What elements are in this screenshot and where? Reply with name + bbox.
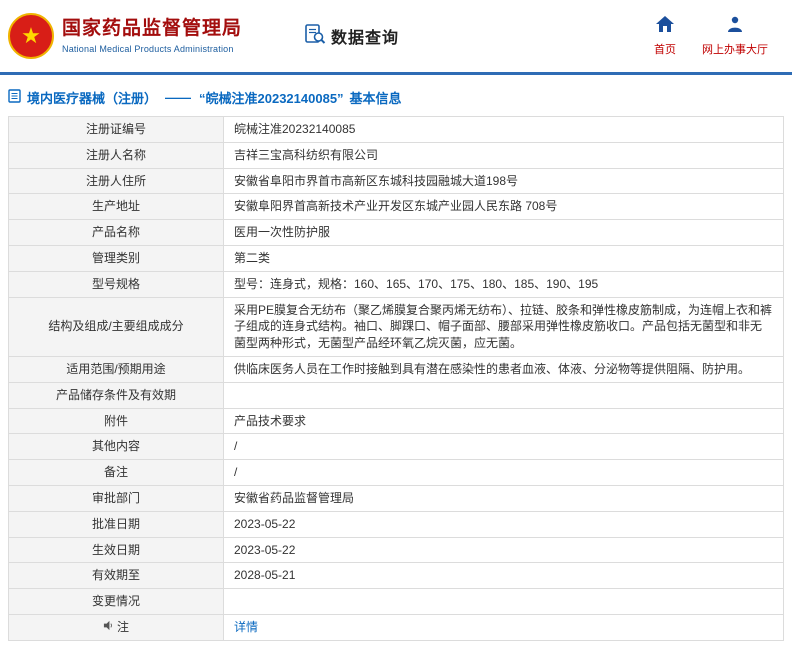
document-search-icon bbox=[304, 23, 326, 50]
nav-item-service-hall[interactable]: 网上办事大厅 bbox=[702, 16, 768, 57]
table-row: 变更情况 bbox=[8, 588, 784, 615]
breadcrumb-registration-number: “皖械注准20232140085” bbox=[199, 91, 344, 106]
row-value: / bbox=[223, 433, 784, 461]
row-label: 有效期至 bbox=[8, 562, 224, 590]
table-row: 注册证编号 皖械注准20232140085 bbox=[8, 116, 784, 143]
row-value: 2028-05-21 bbox=[223, 562, 784, 590]
nav-item-home-label: 首页 bbox=[654, 43, 676, 56]
site-title: 国家药品监督管理局 bbox=[62, 18, 243, 40]
table-row: 产品储存条件及有效期 bbox=[8, 381, 784, 409]
row-value: 皖械注准20232140085 bbox=[223, 116, 784, 143]
breadcrumb-suffix: 基本信息 bbox=[349, 91, 402, 106]
nav-item-service-hall-label: 网上办事大厅 bbox=[702, 43, 768, 56]
row-value: 型号：连身式，规格：160、165、170、175、180、185、190、19… bbox=[223, 270, 784, 298]
table-row: 备注 / bbox=[8, 459, 784, 486]
speaker-icon bbox=[103, 619, 114, 636]
row-value: 2023-05-22 bbox=[223, 510, 784, 538]
row-value: 供临床医务人员在工作时接触到具有潜在感染性的患者血液、体液、分泌物等提供阻隔、防… bbox=[223, 355, 784, 383]
row-label: 注册证编号 bbox=[8, 116, 224, 143]
person-icon bbox=[727, 16, 743, 37]
emblem-star: ★ bbox=[21, 23, 41, 48]
row-value: 第二类 bbox=[223, 244, 784, 272]
registration-info-table: 注册证编号 皖械注准20232140085 注册人名称 吉祥三宝高科纺织有限公司… bbox=[8, 116, 784, 641]
row-label: 附件 bbox=[8, 407, 224, 435]
row-label: 管理类别 bbox=[8, 244, 224, 272]
row-label: 变更情况 bbox=[8, 588, 224, 615]
table-row: 产品名称 医用一次性防护服 bbox=[8, 219, 784, 246]
row-label: 产品名称 bbox=[8, 219, 224, 246]
table-row: 其他内容 / bbox=[8, 433, 784, 461]
row-label: 结构及组成/主要组成成分 bbox=[8, 296, 224, 357]
table-row: 审批部门 安徽省药品监督管理局 bbox=[8, 484, 784, 512]
row-label: 审批部门 bbox=[8, 484, 224, 512]
table-row: 批准日期 2023-05-22 bbox=[8, 510, 784, 538]
row-value: 安徽省药品监督管理局 bbox=[223, 484, 784, 512]
row-label: 产品储存条件及有效期 bbox=[8, 381, 224, 409]
row-value: 采用PE膜复合无纺布（聚乙烯膜复合聚丙烯无纺布）、拉链、胶条和弹性橡皮筋制成，为… bbox=[223, 296, 784, 357]
row-value: 详情 bbox=[223, 613, 784, 641]
row-value: / bbox=[223, 459, 784, 486]
table-row: 注册人名称 吉祥三宝高科纺织有限公司 bbox=[8, 141, 784, 169]
detail-link[interactable]: 详情 bbox=[234, 620, 258, 634]
table-row: 生产地址 安徽阜阳界首高新技术产业开发区东城产业园人民东路 708号 bbox=[8, 193, 784, 221]
row-value bbox=[223, 381, 784, 409]
row-label: 批准日期 bbox=[8, 510, 224, 538]
breadcrumb-separator: —— bbox=[165, 90, 192, 105]
table-row: 有效期至 2028-05-21 bbox=[8, 562, 784, 590]
site-subtitle: National Medical Products Administration bbox=[62, 43, 234, 54]
row-label: 适用范围/预期用途 bbox=[8, 355, 224, 383]
data-query-label: 数据查询 bbox=[331, 30, 400, 47]
row-label: 型号规格 bbox=[8, 270, 224, 298]
table-row: 附件 产品技术要求 bbox=[8, 407, 784, 435]
row-value bbox=[223, 588, 784, 615]
row-value: 2023-05-22 bbox=[223, 536, 784, 564]
row-label: 注册人名称 bbox=[8, 141, 224, 169]
row-label: 注册人住所 bbox=[8, 167, 224, 195]
row-value: 吉祥三宝高科纺织有限公司 bbox=[223, 141, 784, 169]
row-value: 安徽阜阳界首高新技术产业开发区东城产业园人民东路 708号 bbox=[223, 193, 784, 221]
table-row: 注册人住所 安徽省阜阳市界首市高新区东城科技园融城大道198号 bbox=[8, 167, 784, 195]
data-query-tab[interactable]: 数据查询 bbox=[304, 23, 399, 50]
table-row: 管理类别 第二类 bbox=[8, 244, 784, 272]
table-row: 型号规格 型号：连身式，规格：160、165、170、175、180、185、1… bbox=[8, 270, 784, 298]
site-header: ★ 国家药品监督管理局 National Medical Products Ad… bbox=[0, 0, 792, 75]
row-value: 产品技术要求 bbox=[223, 407, 784, 435]
row-label: 其他内容 bbox=[8, 433, 224, 461]
row-label: 备注 bbox=[8, 459, 224, 486]
table-row: 结构及组成/主要组成成分 采用PE膜复合无纺布（聚乙烯膜复合聚丙烯无纺布）、拉链… bbox=[8, 296, 784, 357]
site-title-block: 国家药品监督管理局 National Medical Products Admi… bbox=[62, 18, 242, 54]
nav-item-home[interactable]: 首页 bbox=[654, 15, 676, 57]
row-label: 生效日期 bbox=[8, 536, 224, 564]
breadcrumb-section: 境内医疗器械（注册） bbox=[27, 91, 158, 106]
row-label: 注 bbox=[8, 613, 224, 641]
home-icon bbox=[656, 15, 674, 37]
table-row: 适用范围/预期用途 供临床医务人员在工作时接触到具有潜在感染性的患者血液、体液、… bbox=[8, 355, 784, 383]
table-row: 生效日期 2023-05-22 bbox=[8, 536, 784, 564]
row-label: 生产地址 bbox=[8, 193, 224, 221]
row-value: 安徽省阜阳市界首市高新区东城科技园融城大道198号 bbox=[223, 167, 784, 195]
breadcrumb: 境内医疗器械（注册） —— “皖械注准20232140085” 基本信息 bbox=[8, 88, 784, 107]
document-icon bbox=[8, 89, 21, 106]
note-label-text: 注 bbox=[116, 619, 129, 634]
header-nav: 首页 网上办事大厅 bbox=[654, 15, 778, 57]
row-value: 医用一次性防护服 bbox=[223, 219, 784, 246]
national-emblem-icon: ★ bbox=[8, 13, 54, 59]
table-row-note: 注 详情 bbox=[8, 613, 784, 641]
